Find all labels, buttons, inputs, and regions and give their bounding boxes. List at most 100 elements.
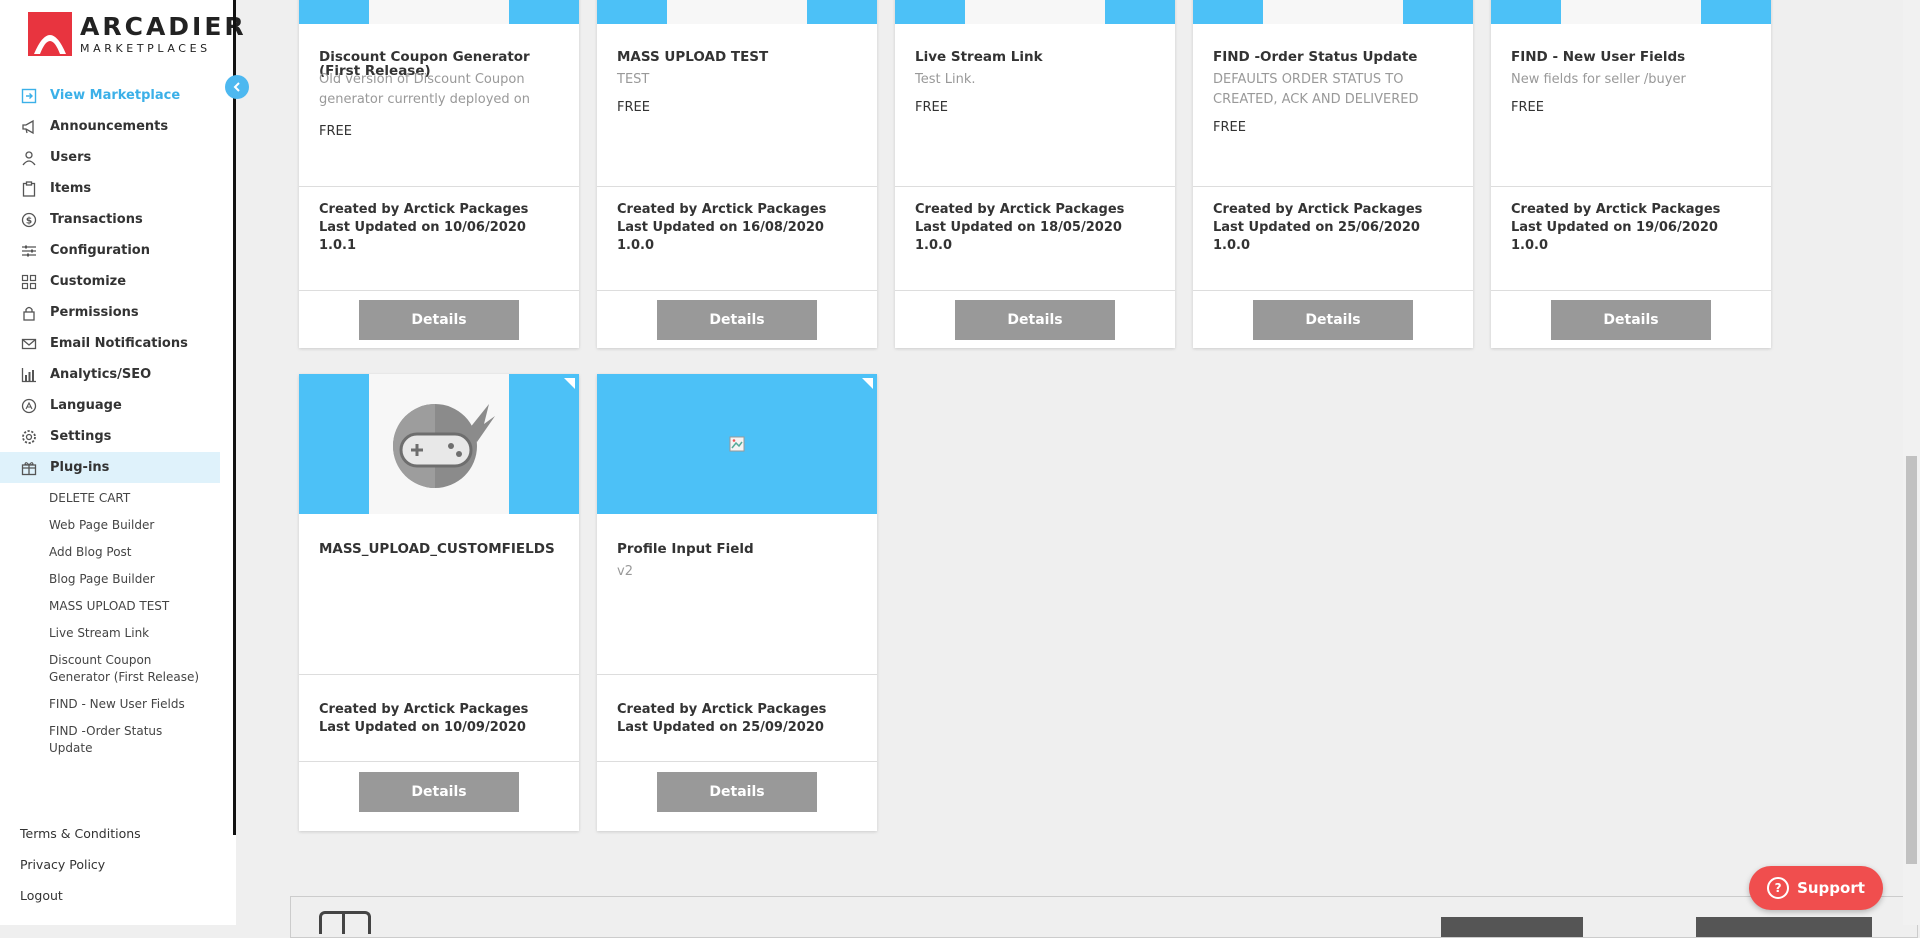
plugin-price: FREE (1213, 120, 1246, 135)
details-button[interactable]: Details (359, 300, 519, 340)
plugin-version: 1.0.0 (617, 238, 655, 253)
plugin-card: MASS_UPLOAD_CUSTOMFIELDS Created by Arct… (299, 374, 579, 831)
plugin-link-mass-upload-test[interactable]: MASS UPLOAD TEST (0, 598, 220, 615)
plugin-description: DEFAULTS ORDER STATUS TO CREATED, ACK AN… (1213, 72, 1419, 107)
details-button[interactable]: Details (1551, 300, 1711, 340)
plugin-meta: Created by Arctick Packages Last Updated… (895, 186, 1175, 291)
logout-link[interactable]: Logout (20, 880, 141, 911)
details-button[interactable]: Details (359, 772, 519, 812)
plugin-link-discount-coupon[interactable]: Discount Coupon Generator (First Release… (0, 652, 220, 686)
plugin-last-updated: Last Updated on 18/05/2020 (915, 220, 1122, 235)
details-button[interactable]: Details (955, 300, 1115, 340)
plugin-description: v2 (617, 564, 633, 579)
plugin-title: Live Stream Link (915, 49, 1043, 65)
plugin-meta: Created by Arctick Packages Last Updated… (299, 674, 579, 762)
plugin-last-updated: Last Updated on 19/06/2020 (1511, 220, 1718, 235)
plugin-banner (895, 0, 1175, 24)
plugin-last-updated: Last Updated on 25/09/2020 (617, 720, 824, 735)
plugin-link-add-blog-post[interactable]: Add Blog Post (0, 544, 220, 561)
terms-link[interactable]: Terms & Conditions (20, 818, 141, 849)
plugin-version: 1.0.1 (319, 238, 357, 253)
sidebar-item-label: Email Notifications (50, 336, 188, 351)
bottom-action-button[interactable] (1696, 917, 1872, 937)
clipboard-icon (20, 180, 38, 198)
plugin-banner (299, 0, 579, 24)
plugin-meta: Created by Arctick Packages Last Updated… (597, 186, 877, 291)
sidebar-item-announcements[interactable]: Announcements (0, 111, 220, 142)
sidebar-item-label: View Marketplace (50, 88, 181, 103)
mail-icon (20, 335, 38, 353)
plugin-link-order-status-update[interactable]: FIND -Order Status Update (0, 723, 220, 757)
plugin-price: FREE (319, 124, 352, 139)
ninja-gamer-icon (393, 404, 495, 488)
plugin-link-live-stream-link[interactable]: Live Stream Link (0, 625, 220, 642)
external-link-icon (20, 87, 38, 105)
plugin-created-by: Created by Arctick Packages (617, 202, 827, 217)
plugin-description: New fields for seller /buyer (1511, 72, 1686, 87)
sidebar-item-analytics[interactable]: Analytics/SEO (0, 359, 220, 390)
sidebar-item-users[interactable]: Users (0, 142, 220, 173)
scrollbar-thumb[interactable] (1906, 456, 1917, 864)
sidebar-item-plugins[interactable]: Plug-ins (0, 452, 220, 483)
details-button[interactable]: Details (1253, 300, 1413, 340)
sidebar-item-language[interactable]: Language (0, 390, 220, 421)
support-button[interactable]: ? Support (1749, 866, 1883, 910)
sidebar-item-transactions[interactable]: $ Transactions (0, 204, 220, 235)
plugin-created-by: Created by Arctick Packages (915, 202, 1125, 217)
layout-icon (319, 911, 371, 934)
details-button[interactable]: Details (657, 300, 817, 340)
sliders-icon (20, 242, 38, 260)
brand-logo[interactable]: ARCADIER MARKETPLACES (28, 12, 247, 56)
bottom-panel (290, 896, 1918, 938)
plugin-link-new-user-fields[interactable]: FIND - New User Fields (0, 696, 220, 713)
plugin-link-web-page-builder[interactable]: Web Page Builder (0, 517, 220, 534)
plugin-description: Old version of Discount Coupon generator… (319, 72, 530, 107)
plugin-price: FREE (915, 100, 948, 115)
chevron-left-icon (233, 82, 240, 92)
plugin-description: TEST (617, 72, 650, 87)
plugin-card: MASS UPLOAD TEST TEST FREE Created by Ar… (597, 0, 877, 348)
sidebar-item-items[interactable]: Items (0, 173, 220, 204)
plugin-created-by: Created by Arctick Packages (319, 702, 529, 717)
plugin-card: Live Stream Link Test Link. FREE Created… (895, 0, 1175, 348)
plugin-link-blog-page-builder[interactable]: Blog Page Builder (0, 571, 220, 588)
sidebar-item-permissions[interactable]: Permissions (0, 297, 220, 328)
plugin-logo (369, 374, 509, 514)
collapse-sidebar-button[interactable] (225, 75, 249, 99)
plugin-meta: Created by Arctick Packages Last Updated… (299, 186, 579, 291)
details-button[interactable]: Details (657, 772, 817, 812)
sidebar-item-label: Users (50, 150, 92, 165)
bar-chart-icon (20, 366, 38, 384)
sidebar-item-label: Plug-ins (50, 460, 110, 475)
plugin-banner (1193, 0, 1473, 24)
page-scrollbar[interactable] (1903, 0, 1920, 925)
sidebar-item-view-marketplace[interactable]: View Marketplace (0, 80, 220, 111)
privacy-link[interactable]: Privacy Policy (20, 849, 141, 880)
plugin-last-updated: Last Updated on 25/06/2020 (1213, 220, 1420, 235)
sidebar-item-label: Permissions (50, 305, 139, 320)
user-icon (20, 149, 38, 167)
plugin-meta: Created by Arctick Packages Last Updated… (597, 674, 877, 762)
arcadier-logo-icon (28, 12, 72, 56)
sidebar-item-settings[interactable]: Settings (0, 421, 220, 452)
bottom-action-button[interactable] (1441, 917, 1583, 937)
plugin-link-delete-cart[interactable]: DELETE CART (0, 490, 220, 507)
plugin-banner (1491, 0, 1771, 24)
plugin-title: FIND -Order Status Update (1213, 49, 1418, 65)
plugin-card: FIND - New User Fields New fields for se… (1491, 0, 1771, 348)
sidebar-item-customize[interactable]: Customize (0, 266, 220, 297)
sidebar-item-label: Analytics/SEO (50, 367, 152, 382)
plugin-banner (299, 374, 579, 514)
broken-image-icon (729, 436, 745, 452)
sidebar-item-configuration[interactable]: Configuration (0, 235, 220, 266)
sidebar: ARCADIER MARKETPLACES View Marketplace A… (0, 0, 249, 925)
plugin-created-by: Created by Arctick Packages (617, 702, 827, 717)
plugin-created-by: Created by Arctick Packages (1511, 202, 1721, 217)
sidebar-item-email-notifications[interactable]: Email Notifications (0, 328, 220, 359)
gear-icon (20, 428, 38, 446)
gift-icon (20, 459, 38, 477)
plugin-created-by: Created by Arctick Packages (1213, 202, 1423, 217)
plugin-card: Profile Input Field v2 Created by Arctic… (597, 374, 877, 831)
plugin-card: Discount Coupon Generator (First Release… (299, 0, 579, 348)
plugin-card: FIND -Order Status Update DEFAULTS ORDER… (1193, 0, 1473, 348)
